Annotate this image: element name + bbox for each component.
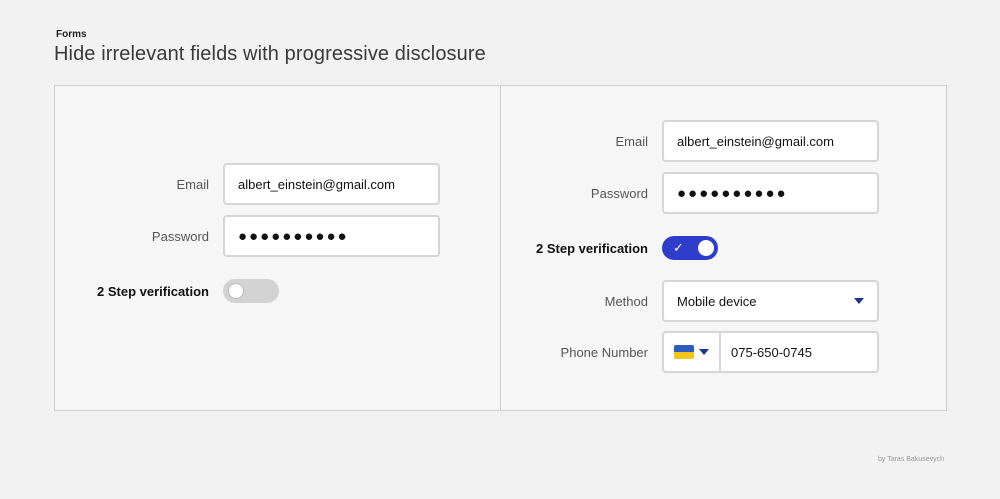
- comparison-frame: Email albert_einstein@gmail.com Password…: [54, 85, 947, 411]
- page-title: Hide irrelevant fields with progressive …: [54, 43, 486, 65]
- password-row: Password ●●●●●●●●●●: [73, 215, 440, 257]
- phone-number-input[interactable]: 075-650-0745: [721, 345, 812, 360]
- password-field[interactable]: ●●●●●●●●●●: [223, 215, 440, 257]
- phone-field[interactable]: 075-650-0745: [662, 331, 879, 373]
- phone-label: Phone Number: [560, 344, 648, 360]
- author-credit: by Taras Bakusevych: [877, 456, 944, 463]
- form-panel-expanded: Email albert_einstein@gmail.com Password…: [500, 86, 946, 410]
- password-mask: ●●●●●●●●●●: [677, 184, 788, 202]
- phone-row: Phone Number 075-650-0745: [512, 331, 879, 373]
- two-step-label: 2 Step verification: [97, 283, 209, 299]
- email-field[interactable]: albert_einstein@gmail.com: [223, 163, 440, 205]
- section-eyebrow: Forms: [56, 29, 87, 40]
- toggle-knob: [698, 240, 714, 256]
- two-step-row: 2 Step verification: [73, 279, 279, 303]
- method-select[interactable]: Mobile device: [662, 280, 879, 322]
- email-row: Email albert_einstein@gmail.com: [512, 120, 879, 162]
- password-mask: ●●●●●●●●●●: [238, 227, 349, 245]
- method-value: Mobile device: [677, 293, 757, 309]
- email-label: Email: [615, 133, 648, 149]
- password-row: Password ●●●●●●●●●●: [512, 172, 879, 214]
- password-label: Password: [151, 228, 209, 244]
- toggle-knob: [228, 283, 244, 299]
- method-label: Method: [604, 293, 648, 309]
- password-label: Password: [590, 185, 648, 201]
- two-step-toggle[interactable]: ✓: [662, 236, 718, 260]
- chevron-down-icon: [699, 349, 709, 355]
- country-code-select[interactable]: [664, 333, 721, 371]
- email-label: Email: [176, 176, 209, 192]
- two-step-toggle[interactable]: [223, 279, 279, 303]
- method-row: Method Mobile device: [512, 280, 879, 322]
- chevron-down-icon: [854, 298, 864, 304]
- check-icon: ✓: [673, 240, 684, 255]
- password-field[interactable]: ●●●●●●●●●●: [662, 172, 879, 214]
- ukraine-flag-icon: [674, 345, 694, 359]
- two-step-row: 2 Step verification ✓: [512, 236, 718, 260]
- email-row: Email albert_einstein@gmail.com: [73, 163, 440, 205]
- email-field[interactable]: albert_einstein@gmail.com: [662, 120, 879, 162]
- form-panel-collapsed: Email albert_einstein@gmail.com Password…: [55, 86, 500, 410]
- two-step-label: 2 Step verification: [536, 240, 648, 256]
